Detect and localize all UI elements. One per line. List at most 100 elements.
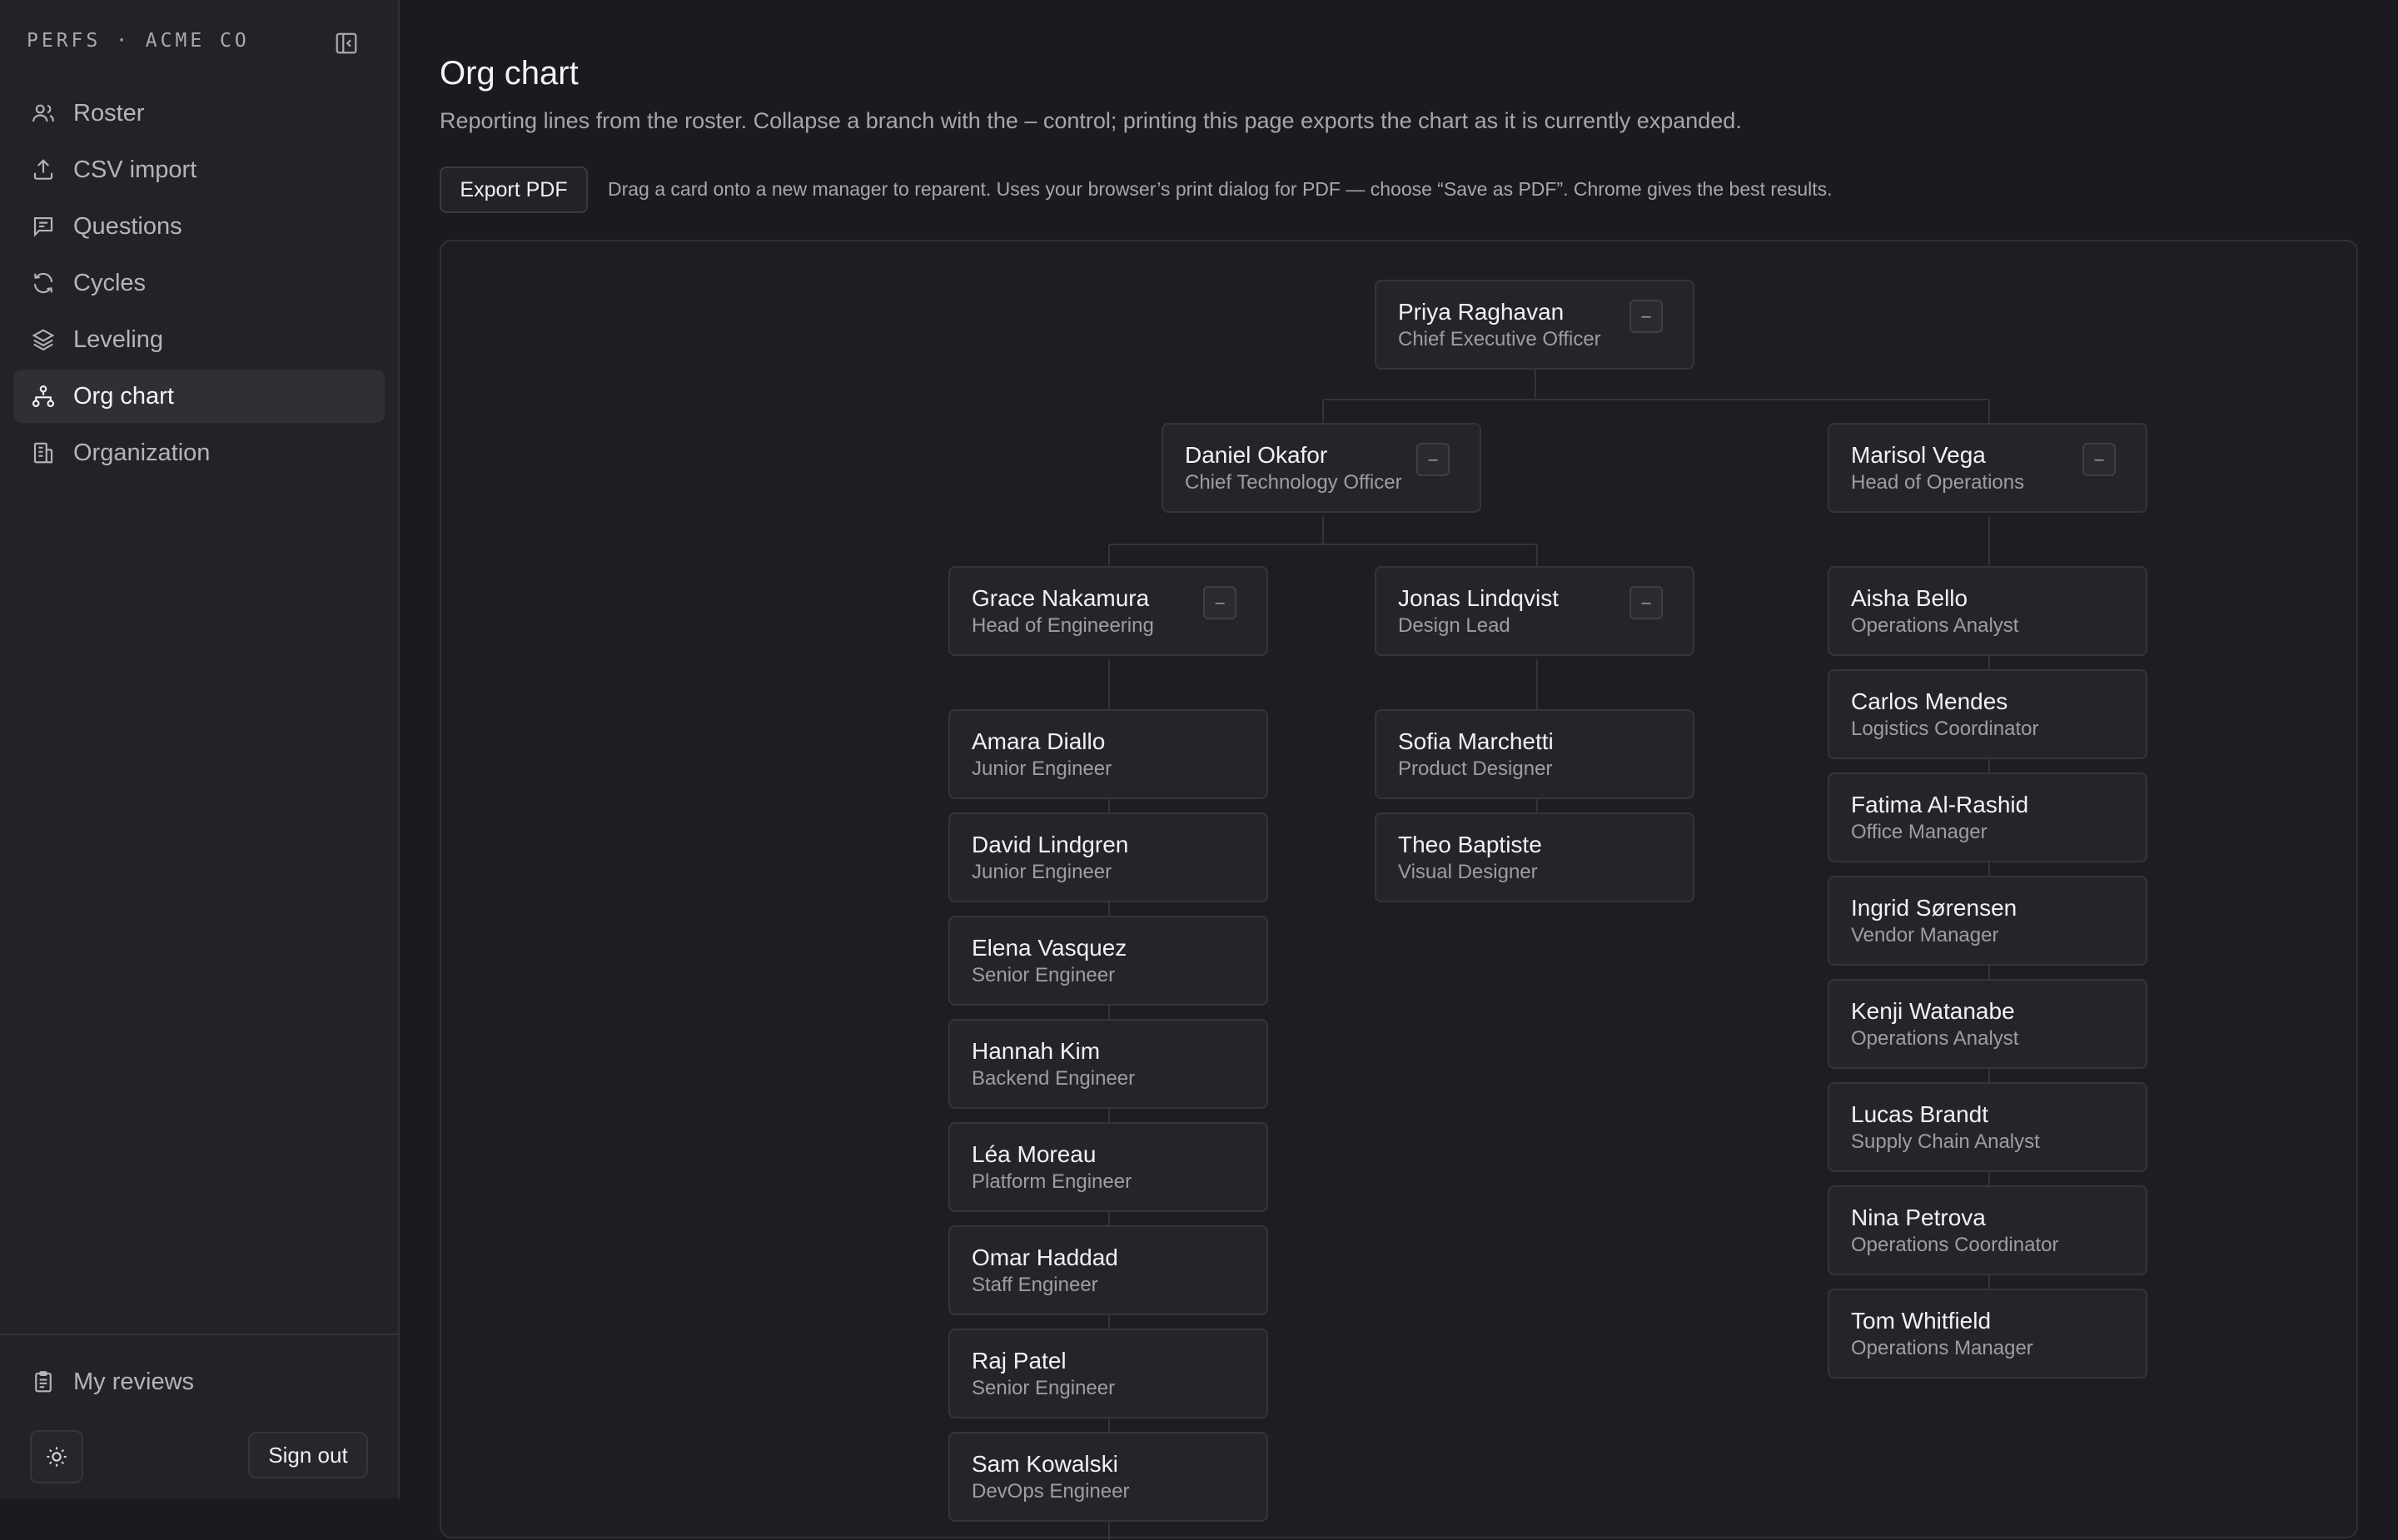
org-card-lucas-brandt[interactable]: Lucas Brandt Supply Chain Analyst xyxy=(1828,1082,2147,1172)
sidebar-item-label: Org chart xyxy=(73,382,174,410)
org-card-jonas-lindqvist[interactable]: Jonas Lindqvist Design Lead – xyxy=(1375,566,1694,656)
export-pdf-button[interactable]: Export PDF xyxy=(440,166,588,213)
sidebar: PERFS · ACME CO Roster CSV import Questi… xyxy=(0,0,400,1498)
card-role: Operations Manager xyxy=(1851,1337,2033,1359)
sidebar-item-label: Organization xyxy=(73,439,211,466)
page-subtitle: Reporting lines from the roster. Collaps… xyxy=(440,108,1742,133)
card-name: Sam Kowalski xyxy=(972,1451,1118,1477)
org-card-amara-diallo[interactable]: Amara Diallo Junior Engineer xyxy=(948,709,1268,799)
org-card-lea-moreau[interactable]: Léa Moreau Platform Engineer xyxy=(948,1122,1268,1212)
org-card-hannah-kim[interactable]: Hannah Kim Backend Engineer xyxy=(948,1019,1268,1109)
org-card-kenji-watanabe[interactable]: Kenji Watanabe Operations Analyst xyxy=(1828,979,2147,1069)
card-name: Elena Vasquez xyxy=(972,935,1127,961)
card-name: Sofia Marchetti xyxy=(1398,728,1554,754)
brand-label: PERFS · ACME CO xyxy=(27,30,250,52)
card-name: Ingrid Sørensen xyxy=(1851,895,2017,921)
org-chart-canvas: Priya Raghavan Chief Executive Officer –… xyxy=(440,240,2358,1540)
card-role: Backend Engineer xyxy=(972,1067,1136,1090)
card-role: Senior Engineer xyxy=(972,964,1116,986)
sidebar-footer: My reviews Sign out xyxy=(0,1334,398,1498)
collapse-toggle[interactable]: – xyxy=(1629,586,1663,619)
card-role: Senior Engineer xyxy=(972,1377,1116,1399)
collapse-toggle[interactable]: – xyxy=(1629,300,1663,333)
sidebar-item-label: Questions xyxy=(73,212,182,240)
org-card-sofia-marchetti[interactable]: Sofia Marchetti Product Designer xyxy=(1375,709,1694,799)
sidebar-item-label: My reviews xyxy=(73,1368,195,1395)
sidebar-item-label: CSV import xyxy=(73,156,197,183)
card-name: Lucas Brandt xyxy=(1851,1101,1988,1127)
card-name: David Lindgren xyxy=(972,832,1129,857)
sidebar-item-my-reviews[interactable]: My reviews xyxy=(13,1357,385,1407)
org-card-aisha-bello[interactable]: Aisha Bello Operations Analyst xyxy=(1828,566,2147,656)
sign-out-button[interactable]: Sign out xyxy=(248,1432,368,1478)
org-card-daniel-okafor[interactable]: Daniel Okafor Chief Technology Officer – xyxy=(1162,423,1481,513)
message-square-icon xyxy=(28,211,58,241)
collapse-toggle[interactable]: – xyxy=(2082,443,2116,476)
card-name: Tom Whitfield xyxy=(1851,1308,1992,1334)
theme-toggle-button[interactable] xyxy=(30,1430,83,1483)
card-name: Aisha Bello xyxy=(1851,585,1968,611)
card-role: Office Manager xyxy=(1851,821,1988,843)
card-role: Vendor Manager xyxy=(1851,924,1999,946)
page-title: Org chart xyxy=(440,55,579,92)
card-name: Léa Moreau xyxy=(972,1141,1097,1167)
org-card-grace-nakamura[interactable]: Grace Nakamura Head of Engineering – xyxy=(948,566,1268,656)
card-name: Fatima Al-Rashid xyxy=(1851,792,2029,817)
sidebar-collapse-button[interactable] xyxy=(330,27,363,60)
sidebar-collapse-icon xyxy=(336,32,357,54)
org-card-omar-haddad[interactable]: Omar Haddad Staff Engineer xyxy=(948,1225,1268,1315)
sidebar-item-cycles[interactable]: Cycles xyxy=(13,256,385,310)
sidebar-item-label: Roster xyxy=(73,99,145,127)
org-chart-icon xyxy=(28,381,58,411)
card-name: Kenji Watanabe xyxy=(1851,998,2015,1024)
org-card-sam-kowalski[interactable]: Sam Kowalski DevOps Engineer xyxy=(948,1432,1268,1522)
sidebar-item-questions[interactable]: Questions xyxy=(13,200,385,253)
org-card-tom-whitfield[interactable]: Tom Whitfield Operations Manager xyxy=(1828,1289,2147,1379)
layers-icon xyxy=(28,325,58,355)
org-card-theo-baptiste[interactable]: Theo Baptiste Visual Designer xyxy=(1375,812,1694,902)
export-hint: Drag a card onto a new manager to repare… xyxy=(608,178,1833,200)
org-card-nina-petrova[interactable]: Nina Petrova Operations Coordinator xyxy=(1828,1185,2147,1275)
sidebar-item-roster[interactable]: Roster xyxy=(13,87,385,140)
org-card-ingrid-sorensen[interactable]: Ingrid Sørensen Vendor Manager xyxy=(1828,876,2147,966)
org-card-raj-patel[interactable]: Raj Patel Senior Engineer xyxy=(948,1329,1268,1418)
sidebar-item-leveling[interactable]: Leveling xyxy=(13,313,385,366)
card-role: Staff Engineer xyxy=(972,1274,1098,1296)
building-icon xyxy=(28,438,58,468)
sun-icon xyxy=(47,1447,67,1467)
sidebar-nav: Roster CSV import Questions Cycles Level… xyxy=(13,87,385,483)
card-name: Hannah Kim xyxy=(972,1038,1101,1064)
org-card-david-lindgren[interactable]: David Lindgren Junior Engineer xyxy=(948,812,1268,902)
card-name: Nina Petrova xyxy=(1851,1205,1986,1230)
card-role: Logistics Coordinator xyxy=(1851,718,2039,740)
org-card-marisol-vega[interactable]: Marisol Vega Head of Operations – xyxy=(1828,423,2147,513)
card-name: Theo Baptiste xyxy=(1398,832,1542,857)
card-role: Junior Engineer xyxy=(972,861,1112,883)
collapse-toggle[interactable]: – xyxy=(1203,586,1236,619)
card-role: Visual Designer xyxy=(1398,861,1538,883)
sidebar-item-csv-import[interactable]: CSV import xyxy=(13,143,385,196)
upload-icon xyxy=(28,155,58,185)
sidebar-item-organization[interactable]: Organization xyxy=(13,426,385,479)
card-role: DevOps Engineer xyxy=(972,1480,1130,1503)
clipboard-icon xyxy=(28,1367,58,1397)
org-card-carlos-mendes[interactable]: Carlos Mendes Logistics Coordinator xyxy=(1828,669,2147,759)
card-role: Supply Chain Analyst xyxy=(1851,1130,2040,1153)
card-name: Carlos Mendes xyxy=(1851,688,2008,714)
collapse-toggle[interactable]: – xyxy=(1416,443,1450,476)
sidebar-item-org-chart[interactable]: Org chart xyxy=(13,370,385,423)
card-role: Platform Engineer xyxy=(972,1170,1132,1193)
sidebar-item-label: Leveling xyxy=(73,325,164,353)
card-name: Amara Diallo xyxy=(972,728,1106,754)
card-name: Omar Haddad xyxy=(972,1244,1118,1270)
card-role: Junior Engineer xyxy=(972,758,1112,780)
card-name: Raj Patel xyxy=(972,1348,1067,1374)
org-card-elena-vasquez[interactable]: Elena Vasquez Senior Engineer xyxy=(948,916,1268,1006)
org-card-fatima-al-rashid[interactable]: Fatima Al-Rashid Office Manager xyxy=(1828,772,2147,862)
org-card-priya-raghavan[interactable]: Priya Raghavan Chief Executive Officer – xyxy=(1375,280,1694,370)
card-role: Operations Analyst xyxy=(1851,1027,2019,1050)
users-icon xyxy=(28,98,58,128)
refresh-icon xyxy=(28,268,58,298)
sidebar-item-label: Cycles xyxy=(73,269,147,296)
card-role: Product Designer xyxy=(1398,758,1553,780)
